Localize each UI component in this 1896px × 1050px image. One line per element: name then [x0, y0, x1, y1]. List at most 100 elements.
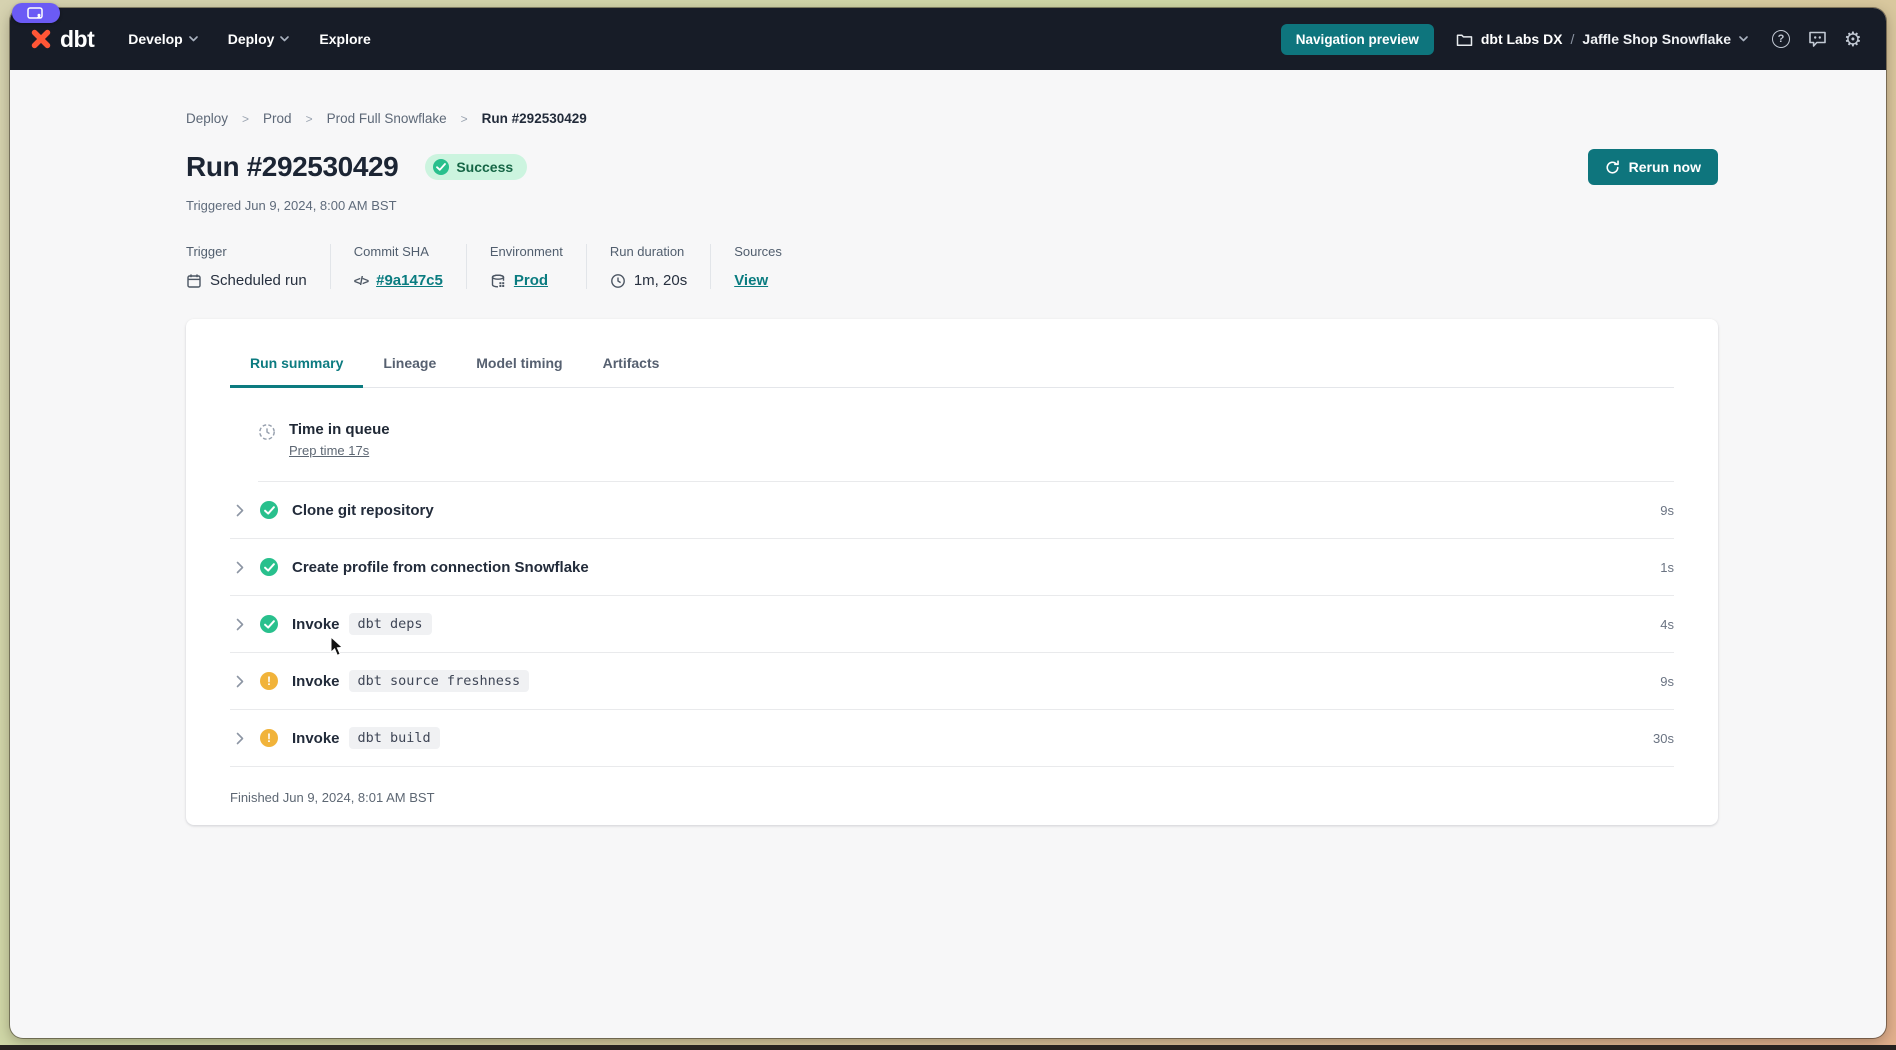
run-summary-card: Run summary Lineage Model timing Artifac… [186, 319, 1718, 825]
success-status-icon [260, 501, 278, 519]
meta-run-duration: Run duration 1m, 20s [610, 244, 687, 289]
step-row-create-profile[interactable]: Create profile from connection Snowflake… [230, 539, 1674, 596]
help-icon[interactable]: ? [1770, 28, 1792, 50]
browser-window: dbt Develop Deploy Explore Navigation pr… [10, 8, 1886, 1038]
time-in-queue-row: Time in queue Prep time 17s [258, 388, 1674, 482]
divider [710, 244, 711, 289]
step-row-dbt-build[interactable]: ! Invoke dbt build 30s [230, 710, 1674, 767]
meta-trigger: Trigger Scheduled run [186, 244, 307, 289]
prep-time-link[interactable]: Prep time 17s [289, 443, 369, 458]
main-nav: Develop Deploy Explore [128, 31, 371, 47]
step-row-clone-git[interactable]: Clone git repository 9s [230, 482, 1674, 539]
chevron-right-icon[interactable] [236, 731, 250, 745]
step-row-dbt-source-freshness[interactable]: ! Invoke dbt source freshness 9s [230, 653, 1674, 710]
account-name: dbt Labs DX [1481, 31, 1563, 47]
commit-sha-link[interactable]: #9a147c5 [376, 272, 443, 289]
step-label: Invoke [292, 616, 340, 633]
breadcrumb-separator: > [461, 112, 468, 126]
breadcrumb-deploy[interactable]: Deploy [186, 111, 228, 126]
screen-share-badge [12, 3, 60, 23]
page-header: Run #292530429 Success Rerun now [186, 149, 1718, 185]
step-row-dbt-deps[interactable]: Invoke dbt deps 4s [230, 596, 1674, 653]
meta-label: Commit SHA [354, 244, 443, 259]
warning-status-icon: ! [260, 729, 278, 747]
rerun-now-button[interactable]: Rerun now [1588, 149, 1718, 185]
step-duration: 1s [1660, 560, 1674, 575]
project-switcher[interactable]: dbt Labs DX / Jaffle Shop Snowflake [1456, 31, 1748, 47]
run-meta-row: Trigger Scheduled run Commit SHA </> [186, 244, 1718, 289]
timer-icon [258, 423, 276, 441]
monitor-user-icon [27, 7, 45, 20]
navigation-preview-button[interactable]: Navigation preview [1281, 24, 1434, 55]
help-glyph: ? [1772, 30, 1790, 48]
screen-edge-strip [0, 1045, 1896, 1050]
step-duration: 9s [1660, 503, 1674, 518]
top-navbar: dbt Develop Deploy Explore Navigation pr… [10, 8, 1886, 70]
nav-explore-label: Explore [319, 31, 370, 47]
rerun-now-label: Rerun now [1629, 159, 1701, 175]
chevron-right-icon[interactable] [236, 674, 250, 688]
nav-develop-label: Develop [128, 31, 182, 47]
environment-link[interactable]: Prod [514, 272, 548, 289]
breadcrumb-run: Run #292530429 [482, 111, 587, 126]
time-in-queue-title: Time in queue [289, 421, 390, 438]
step-label: Invoke [292, 673, 340, 690]
chevron-right-icon[interactable] [236, 503, 250, 517]
command-chip: dbt deps [349, 613, 432, 635]
breadcrumb-job[interactable]: Prod Full Snowflake [327, 111, 447, 126]
chevron-right-icon[interactable] [236, 560, 250, 574]
meta-label: Trigger [186, 244, 307, 259]
navbar-right: Navigation preview dbt Labs DX / Jaffle … [1281, 24, 1864, 55]
command-chip: dbt source freshness [349, 670, 530, 692]
breadcrumb-separator: > [306, 112, 313, 126]
meta-sources: Sources View [734, 244, 782, 289]
nav-develop[interactable]: Develop [128, 31, 197, 47]
trigger-value: Scheduled run [210, 272, 307, 289]
chevron-right-icon[interactable] [236, 617, 250, 631]
clock-icon [610, 273, 626, 289]
tab-bar: Run summary Lineage Model timing Artifac… [230, 319, 1674, 388]
warning-mark: ! [267, 732, 271, 744]
meta-commit-sha: Commit SHA </> #9a147c5 [354, 244, 443, 289]
breadcrumb-prod[interactable]: Prod [263, 111, 292, 126]
dbt-logo[interactable]: dbt [28, 26, 94, 53]
meta-environment: Environment Prod [490, 244, 563, 289]
step-duration: 4s [1660, 617, 1674, 632]
success-check-icon [433, 159, 449, 175]
nav-deploy[interactable]: Deploy [228, 31, 290, 47]
status-badge-label: Success [456, 159, 513, 175]
sources-view-link[interactable]: View [734, 272, 768, 289]
nav-explore[interactable]: Explore [319, 31, 370, 47]
step-label: Invoke [292, 730, 340, 747]
nav-deploy-label: Deploy [228, 31, 275, 47]
warning-mark: ! [267, 675, 271, 687]
time-in-queue-text: Time in queue Prep time 17s [289, 421, 390, 460]
account-project-separator: / [1571, 31, 1575, 47]
divider [330, 244, 331, 289]
folder-icon [1456, 32, 1473, 47]
meta-label: Sources [734, 244, 782, 259]
refresh-icon [1605, 160, 1620, 175]
step-duration: 9s [1660, 674, 1674, 689]
dbt-wordmark: dbt [60, 26, 94, 53]
run-duration-value: 1m, 20s [634, 272, 687, 289]
step-label: Clone git repository [292, 502, 434, 519]
feedback-icon[interactable] [1806, 28, 1828, 50]
breadcrumb-separator: > [242, 112, 249, 126]
chevron-down-icon [189, 36, 198, 42]
tab-artifacts[interactable]: Artifacts [583, 345, 680, 388]
settings-icon[interactable]: ⚙ [1842, 28, 1864, 50]
chevron-down-icon [1739, 36, 1748, 42]
gear-glyph: ⚙ [1844, 29, 1862, 49]
command-chip: dbt build [349, 727, 440, 749]
tab-lineage[interactable]: Lineage [363, 345, 456, 388]
tab-run-summary[interactable]: Run summary [230, 345, 363, 388]
tab-model-timing[interactable]: Model timing [456, 345, 582, 388]
code-icon: </> [354, 274, 368, 288]
dbt-logo-icon [28, 26, 54, 52]
breadcrumb: Deploy > Prod > Prod Full Snowflake > Ru… [186, 111, 1718, 126]
status-badge: Success [425, 154, 527, 180]
finished-timestamp: Finished Jun 9, 2024, 8:01 AM BST [230, 767, 1674, 805]
page-title: Run #292530429 [186, 151, 398, 183]
run-detail-page: Deploy > Prod > Prod Full Snowflake > Ru… [10, 70, 1886, 825]
